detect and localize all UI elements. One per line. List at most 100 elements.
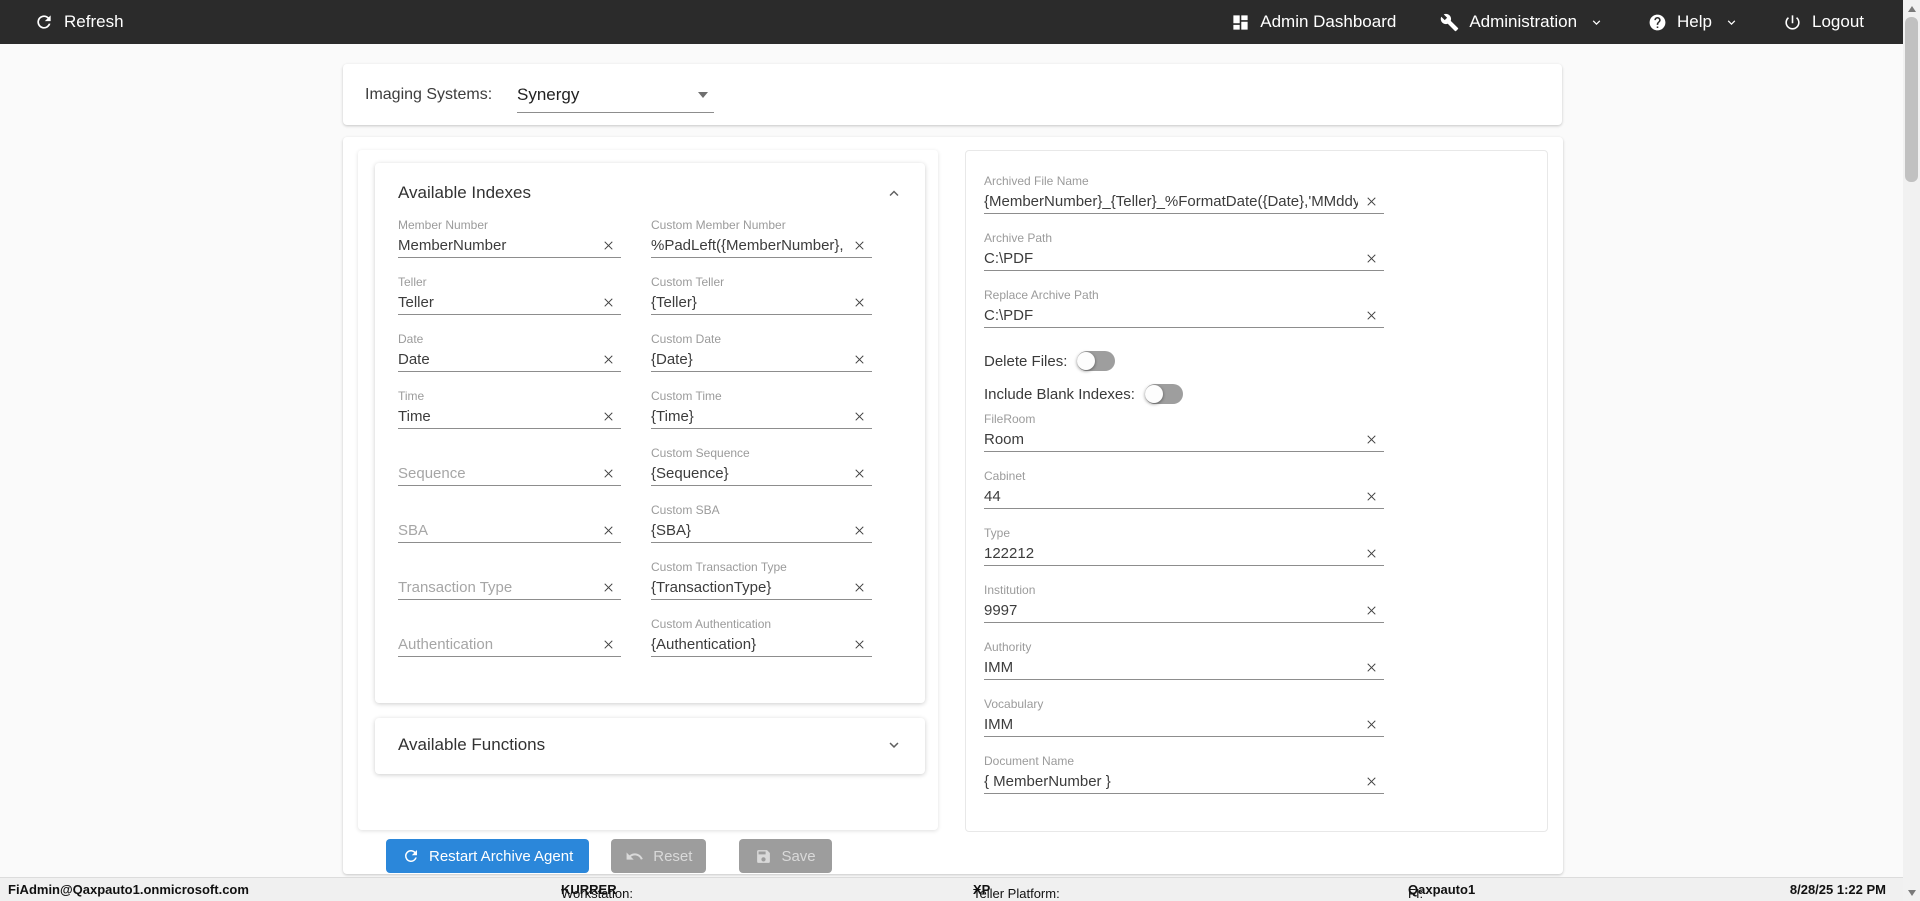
field-input-row: {SBA} [651, 518, 872, 543]
clear-field-button[interactable] [1364, 305, 1384, 325]
clear-field-button[interactable] [1364, 714, 1384, 734]
field-input[interactable]: MemberNumber [398, 237, 595, 254]
available-indexes-header[interactable]: Available Indexes [375, 163, 925, 203]
reset-label: Reset [653, 847, 693, 865]
toggle-switch[interactable] [1144, 384, 1183, 404]
field-input-row: MemberNumber [398, 233, 621, 258]
field-input[interactable]: SBA [398, 522, 595, 539]
clear-field-button[interactable] [1364, 657, 1384, 677]
chevron-down-icon[interactable] [885, 736, 903, 754]
field-input-row: IMM [984, 655, 1384, 680]
available-functions-header[interactable]: Available Functions [375, 718, 925, 755]
field-input[interactable]: 9997 [984, 602, 1358, 619]
clear-field-button[interactable] [852, 463, 872, 483]
field-input[interactable]: {Sequence} [651, 465, 846, 482]
field-input[interactable]: 44 [984, 488, 1358, 505]
scrollbar-up-arrow[interactable] [1903, 0, 1920, 17]
field-label: Teller [398, 275, 427, 289]
clear-field-button[interactable] [601, 520, 621, 540]
field-input[interactable]: {Date} [651, 351, 846, 368]
clear-icon [1367, 434, 1376, 444]
administration-menu[interactable]: Administration [1440, 12, 1604, 32]
clear-field-button[interactable] [852, 349, 872, 369]
field-label: Custom Transaction Type [651, 560, 787, 574]
clear-icon [1367, 253, 1376, 263]
field-input[interactable]: %PadLeft({MemberNumber}, [651, 237, 846, 254]
help-menu[interactable]: Help [1648, 12, 1739, 32]
field-input[interactable]: C:\PDF [984, 307, 1358, 324]
field-label: Custom Authentication [651, 617, 772, 631]
clear-field-button[interactable] [601, 634, 621, 654]
field-input[interactable]: Transaction Type [398, 579, 595, 596]
clear-field-button[interactable] [601, 235, 621, 255]
clear-field-button[interactable] [601, 463, 621, 483]
clear-field-button[interactable] [852, 577, 872, 597]
save-button[interactable]: Save [739, 839, 832, 873]
fi-label: FI: [1408, 886, 1424, 901]
reset-button[interactable]: Reset [611, 839, 707, 873]
clear-field-button[interactable] [601, 577, 621, 597]
field-input[interactable]: { MemberNumber } [984, 773, 1358, 790]
clear-field-button[interactable] [601, 292, 621, 312]
scrollbar-thumb[interactable] [1905, 17, 1918, 182]
field-input[interactable]: {TransactionType} [651, 579, 846, 596]
text-field: Authority IMM [984, 639, 1384, 696]
field-input[interactable]: 122212 [984, 545, 1358, 562]
clear-field-button[interactable] [852, 235, 872, 255]
field-input[interactable]: Room [984, 431, 1358, 448]
chevron-up-icon[interactable] [885, 184, 903, 202]
clear-field-button[interactable] [1364, 543, 1384, 563]
clear-field-button[interactable] [1364, 429, 1384, 449]
field-input[interactable]: Time [398, 408, 595, 425]
field-label: Custom Date [651, 332, 722, 346]
clear-icon [1367, 310, 1376, 320]
logout-button[interactable]: Logout [1783, 12, 1864, 32]
imaging-systems-label: Imaging Systems: [365, 85, 493, 103]
field-input[interactable]: Teller [398, 294, 595, 311]
archive-toggles: Delete Files: Include Blank Indexes: [984, 345, 1547, 410]
clear-field-button[interactable] [852, 520, 872, 540]
vertical-scrollbar[interactable] [1903, 0, 1920, 901]
field-label: Time [398, 389, 425, 403]
clear-field-button[interactable] [852, 292, 872, 312]
clear-field-button[interactable] [1364, 486, 1384, 506]
clear-field-button[interactable] [852, 634, 872, 654]
field-input[interactable]: {SBA} [651, 522, 846, 539]
field-input[interactable]: Sequence [398, 465, 595, 482]
field-input[interactable]: IMM [984, 716, 1358, 733]
field-input[interactable]: {Teller} [651, 294, 846, 311]
text-field: Custom SBA {SBA} [651, 502, 872, 559]
field-input[interactable]: {Authentication} [651, 636, 846, 653]
clear-field-button[interactable] [852, 406, 872, 426]
field-input[interactable]: {Time} [651, 408, 846, 425]
field-input[interactable]: C:\PDF [984, 250, 1358, 267]
field-input-row: {Teller} [651, 290, 872, 315]
restart-archive-agent-button[interactable]: Restart Archive Agent [386, 839, 590, 873]
refresh-button[interactable]: Refresh [34, 12, 124, 32]
field-label: Custom Teller [651, 275, 725, 289]
text-field: Institution 9997 [984, 582, 1384, 639]
field-label: Institution [984, 583, 1036, 597]
scrollbar-down-arrow[interactable] [1903, 884, 1920, 901]
refresh-label: Refresh [64, 12, 124, 31]
field-label: FileRoom [984, 412, 1036, 426]
text-field: Document Name { MemberNumber } [984, 753, 1384, 810]
admin-dashboard-button[interactable]: Admin Dashboard [1231, 12, 1396, 32]
toggle-row: Include Blank Indexes: [984, 378, 1547, 410]
clear-field-button[interactable] [601, 349, 621, 369]
field-input[interactable]: Authentication [398, 636, 595, 653]
clear-icon [604, 639, 613, 649]
clear-field-button[interactable] [1364, 771, 1384, 791]
clear-field-button[interactable] [1364, 600, 1384, 620]
clear-field-button[interactable] [601, 406, 621, 426]
field-input[interactable]: IMM [984, 659, 1358, 676]
field-input-row: {Time} [651, 404, 872, 429]
imaging-systems-select[interactable]: Synergy [517, 77, 714, 113]
field-input[interactable]: Date [398, 351, 595, 368]
text-field: Teller Teller [398, 274, 621, 331]
clear-field-button[interactable] [1364, 248, 1384, 268]
clear-field-button[interactable] [1364, 191, 1384, 211]
archive-settings-panel: Archived File Name {MemberNumber}_{Teller… [965, 150, 1548, 832]
field-input[interactable]: {MemberNumber}_{Teller}_%FormatDate({Dat… [984, 193, 1358, 210]
toggle-switch[interactable] [1077, 351, 1116, 371]
